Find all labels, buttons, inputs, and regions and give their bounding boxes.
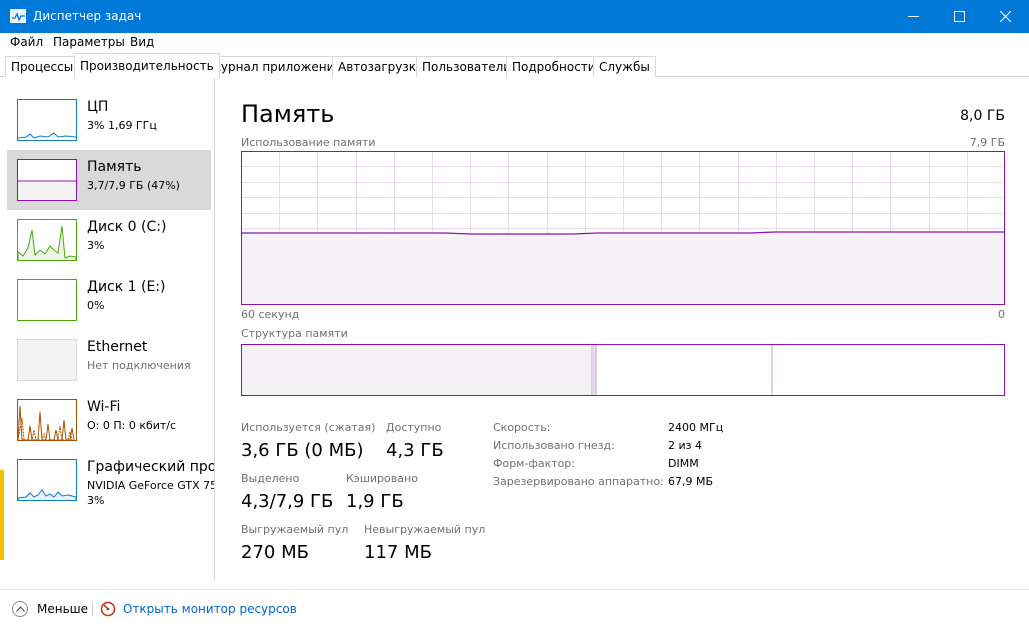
tab-app-history[interactable]: Журнал приложений [202,56,349,77]
sidebar-wifi-title: Wi-Fi [87,399,121,415]
in-use-label: Используется (сжатая) [241,421,376,434]
memory-thumbnail [17,159,77,201]
gpu-thumbnail [17,459,77,501]
slots-label: Использовано гнезд: [493,439,615,452]
page-title: Память [241,100,335,128]
resource-monitor-icon [100,601,116,617]
tab-processes[interactable]: Процессы [5,56,80,77]
memory-usage-graph [241,151,1005,305]
sidebar-disk1-title: Диск 1 (E:) [87,279,166,295]
available-label: Доступно [386,421,442,434]
sidebar-disk0-sub: 3% [87,239,105,252]
cpu-thumbnail [17,99,77,141]
committed-label: Выделено [241,472,300,485]
form-factor-label: Форм-фактор: [493,457,576,470]
sidebar-disk0-title: Диск 0 (C:) [87,219,167,235]
title-bar: Диспетчер задач [0,0,1029,33]
sidebar-gpu-sub: NVIDIA GeForce GTX 750 [87,479,215,492]
tab-details[interactable]: Подробности [506,56,602,77]
sidebar-ethernet-title: Ethernet [87,339,148,355]
tab-services[interactable]: Службы [593,56,656,77]
sidebar-disk1-sub: 0% [87,299,105,312]
nonpaged-pool-label: Невыгружаемый пул [364,523,486,536]
sidebar-wifi-sub: О: 0 П: 0 кбит/с [87,419,177,432]
fewer-details-button[interactable]: Меньше [37,602,88,616]
hardware-reserved-value: 67,9 МБ [668,475,714,488]
memory-total: 8,0 ГБ [960,108,1005,124]
cached-label: Кэшировано [346,472,418,485]
nonpaged-pool-value: 117 МБ [364,542,432,563]
sidebar-item-cpu[interactable]: ЦП 3% 1,69 ГГц [7,90,211,150]
open-resource-monitor-link[interactable]: Открыть монитор ресурсов [123,602,297,616]
available-value: 4,3 ГБ [386,440,444,461]
window-title: Диспетчер задач [33,9,142,23]
sidebar-gpu-sub2: 3% [87,494,105,507]
wifi-thumbnail [17,399,77,441]
desktop-edge-strip [0,470,4,560]
sidebar-item-ethernet[interactable]: Ethernet Нет подключения [7,330,211,390]
chevron-up-icon[interactable] [12,601,28,617]
sidebar-item-disk1[interactable]: Диск 1 (E:) 0% [7,270,211,330]
speed-label: Скорость: [493,421,551,434]
usage-label: Использование памяти [241,136,376,149]
sidebar-item-gpu[interactable]: Графический про NVIDIA GeForce GTX 750 3… [7,450,214,510]
disk0-thumbnail [17,219,77,261]
paged-pool-label: Выгружаемый пул [241,523,349,536]
sidebar-gpu-title: Графический про [87,459,215,475]
menu-bar: Файл Параметры Вид [0,33,1029,52]
menu-file[interactable]: Файл [10,35,43,49]
menu-view[interactable]: Вид [130,35,154,49]
minimize-button[interactable] [891,0,937,33]
ethernet-thumbnail [17,339,77,381]
hardware-reserved-label: Зарезервировано аппаратно: [493,475,664,488]
sidebar-item-disk0[interactable]: Диск 0 (C:) 3% [7,210,211,270]
tab-startup[interactable]: Автозагрузка [332,56,430,77]
composition-in-use [242,345,592,395]
memory-composition-bar [241,344,1005,396]
footer-separator [92,602,93,616]
menu-options[interactable]: Параметры [53,35,125,49]
usage-area [242,232,1004,304]
tab-performance[interactable]: Производительность [74,53,220,78]
task-manager-icon [10,9,26,23]
usage-max: 7,9 ГБ [969,136,1005,149]
close-button[interactable] [983,0,1029,33]
resource-list: ЦП 3% 1,69 ГГц Память 3,7/7,9 ГБ (47%) Д… [0,78,215,581]
sidebar-cpu-sub: 3% 1,69 ГГц [87,119,157,132]
sidebar-item-wifi[interactable]: Wi-Fi О: 0 П: 0 кбит/с [7,390,211,450]
footer-bar: Меньше Открыть монитор ресурсов [0,589,1029,634]
paged-pool-value: 270 МБ [241,542,309,563]
axis-right-label: 0 [998,308,1005,321]
slots-value: 2 из 4 [668,439,702,452]
sidebar-ethernet-sub: Нет подключения [87,359,191,372]
sidebar-memory-title: Память [87,159,142,175]
tab-users[interactable]: Пользователи [416,56,518,77]
speed-value: 2400 МГц [668,421,724,434]
form-factor-value: DIMM [668,457,699,470]
sidebar-cpu-title: ЦП [87,99,109,115]
committed-value: 4,3/7,9 ГБ [241,491,334,512]
sidebar-memory-sub: 3,7/7,9 ГБ (47%) [87,179,180,192]
composition-label: Структура памяти [241,327,348,340]
axis-left-label: 60 секунд [241,308,300,321]
in-use-value: 3,6 ГБ (0 МБ) [241,440,364,461]
tab-strip: Процессы Производительность Журнал прило… [0,52,1029,78]
cached-value: 1,9 ГБ [346,491,404,512]
maximize-button[interactable] [937,0,983,33]
sidebar-item-memory[interactable]: Память 3,7/7,9 ГБ (47%) [7,150,211,210]
disk1-thumbnail [17,279,77,321]
